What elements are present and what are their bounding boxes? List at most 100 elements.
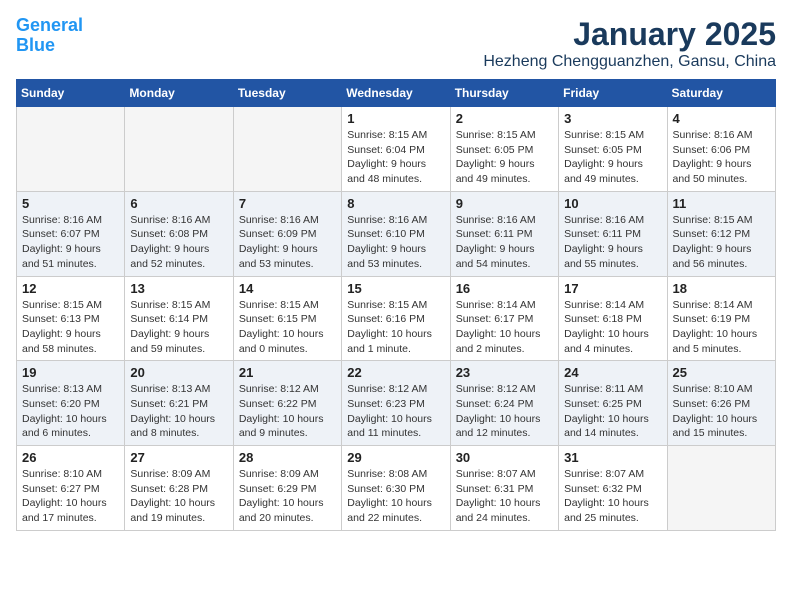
calendar-cell: 5 Sunrise: 8:16 AM Sunset: 6:07 PM Daylig…	[17, 191, 125, 276]
title-block: January 2025 Hezheng Chengguanzhen, Gans…	[483, 16, 776, 71]
calendar-cell: 14 Sunrise: 8:15 AM Sunset: 6:15 PM Dayli…	[233, 276, 341, 361]
day-number: 9	[456, 196, 553, 211]
day-info: Sunrise: 8:15 AM Sunset: 6:15 PM Dayligh…	[239, 298, 336, 357]
week-row-1: 1 Sunrise: 8:15 AM Sunset: 6:04 PM Daylig…	[17, 107, 776, 192]
day-info: Sunrise: 8:15 AM Sunset: 6:05 PM Dayligh…	[564, 128, 661, 187]
day-number: 7	[239, 196, 336, 211]
day-number: 20	[130, 365, 227, 380]
calendar-cell: 27 Sunrise: 8:09 AM Sunset: 6:28 PM Dayli…	[125, 446, 233, 531]
week-row-3: 12Sunrise: 8:15 AM Sunset: 6:13 PM Dayli…	[17, 276, 776, 361]
calendar-cell: 26Sunrise: 8:10 AM Sunset: 6:27 PM Dayli…	[17, 446, 125, 531]
day-info: Sunrise: 8:16 AM Sunset: 6:07 PM Dayligh…	[22, 213, 119, 272]
day-info: Sunrise: 8:15 AM Sunset: 6:05 PM Dayligh…	[456, 128, 553, 187]
day-info: Sunrise: 8:16 AM Sunset: 6:09 PM Dayligh…	[239, 213, 336, 272]
weekday-header-tuesday: Tuesday	[233, 80, 341, 107]
calendar-cell: 2Sunrise: 8:15 AM Sunset: 6:05 PM Daylig…	[450, 107, 558, 192]
calendar-cell: 3 Sunrise: 8:15 AM Sunset: 6:05 PM Daylig…	[559, 107, 667, 192]
calendar-cell: 28 Sunrise: 8:09 AM Sunset: 6:29 PM Dayli…	[233, 446, 341, 531]
calendar-cell: 8Sunrise: 8:16 AM Sunset: 6:10 PM Daylig…	[342, 191, 450, 276]
calendar-cell	[233, 107, 341, 192]
day-info: Sunrise: 8:15 AM Sunset: 6:16 PM Dayligh…	[347, 298, 444, 357]
day-info: Sunrise: 8:14 AM Sunset: 6:18 PM Dayligh…	[564, 298, 661, 357]
calendar-cell: 24 Sunrise: 8:11 AM Sunset: 6:25 PM Dayli…	[559, 361, 667, 446]
calendar-cell: 16 Sunrise: 8:14 AM Sunset: 6:17 PM Dayli…	[450, 276, 558, 361]
day-info: Sunrise: 8:15 AM Sunset: 6:14 PM Dayligh…	[130, 298, 227, 357]
day-number: 5	[22, 196, 119, 211]
calendar-cell: 19 Sunrise: 8:13 AM Sunset: 6:20 PM Dayli…	[17, 361, 125, 446]
day-info: Sunrise: 8:11 AM Sunset: 6:25 PM Dayligh…	[564, 382, 661, 441]
calendar-cell: 25 Sunrise: 8:10 AM Sunset: 6:26 PM Dayli…	[667, 361, 775, 446]
day-number: 29	[347, 450, 444, 465]
day-info: Sunrise: 8:15 AM Sunset: 6:13 PM Dayligh…	[22, 298, 119, 357]
week-row-4: 19 Sunrise: 8:13 AM Sunset: 6:20 PM Dayli…	[17, 361, 776, 446]
week-row-2: 5 Sunrise: 8:16 AM Sunset: 6:07 PM Daylig…	[17, 191, 776, 276]
day-number: 15	[347, 281, 444, 296]
day-number: 22	[347, 365, 444, 380]
weekday-header-thursday: Thursday	[450, 80, 558, 107]
logo-general: General	[16, 15, 83, 35]
calendar-cell: 1 Sunrise: 8:15 AM Sunset: 6:04 PM Daylig…	[342, 107, 450, 192]
day-number: 4	[673, 111, 770, 126]
calendar-cell: 31Sunrise: 8:07 AM Sunset: 6:32 PM Dayli…	[559, 446, 667, 531]
day-number: 13	[130, 281, 227, 296]
calendar-cell: 29Sunrise: 8:08 AM Sunset: 6:30 PM Dayli…	[342, 446, 450, 531]
logo-text: General Blue	[16, 16, 83, 56]
week-row-5: 26Sunrise: 8:10 AM Sunset: 6:27 PM Dayli…	[17, 446, 776, 531]
calendar-title: January 2025	[483, 16, 776, 53]
day-number: 16	[456, 281, 553, 296]
day-info: Sunrise: 8:09 AM Sunset: 6:28 PM Dayligh…	[130, 467, 227, 526]
day-number: 25	[673, 365, 770, 380]
day-info: Sunrise: 8:15 AM Sunset: 6:12 PM Dayligh…	[673, 213, 770, 272]
day-info: Sunrise: 8:12 AM Sunset: 6:24 PM Dayligh…	[456, 382, 553, 441]
calendar-cell: 21 Sunrise: 8:12 AM Sunset: 6:22 PM Dayli…	[233, 361, 341, 446]
day-info: Sunrise: 8:10 AM Sunset: 6:26 PM Dayligh…	[673, 382, 770, 441]
day-number: 24	[564, 365, 661, 380]
calendar-cell: 11 Sunrise: 8:15 AM Sunset: 6:12 PM Dayli…	[667, 191, 775, 276]
day-info: Sunrise: 8:10 AM Sunset: 6:27 PM Dayligh…	[22, 467, 119, 526]
day-number: 14	[239, 281, 336, 296]
day-info: Sunrise: 8:09 AM Sunset: 6:29 PM Dayligh…	[239, 467, 336, 526]
day-info: Sunrise: 8:14 AM Sunset: 6:19 PM Dayligh…	[673, 298, 770, 357]
day-number: 31	[564, 450, 661, 465]
day-number: 1	[347, 111, 444, 126]
day-info: Sunrise: 8:13 AM Sunset: 6:20 PM Dayligh…	[22, 382, 119, 441]
calendar-cell: 4 Sunrise: 8:16 AM Sunset: 6:06 PM Daylig…	[667, 107, 775, 192]
calendar-cell: 30Sunrise: 8:07 AM Sunset: 6:31 PM Dayli…	[450, 446, 558, 531]
day-number: 17	[564, 281, 661, 296]
day-number: 6	[130, 196, 227, 211]
day-info: Sunrise: 8:15 AM Sunset: 6:04 PM Dayligh…	[347, 128, 444, 187]
day-number: 19	[22, 365, 119, 380]
calendar-cell: 15 Sunrise: 8:15 AM Sunset: 6:16 PM Dayli…	[342, 276, 450, 361]
calendar-cell: 13 Sunrise: 8:15 AM Sunset: 6:14 PM Dayli…	[125, 276, 233, 361]
calendar-cell: 17 Sunrise: 8:14 AM Sunset: 6:18 PM Dayli…	[559, 276, 667, 361]
calendar-cell	[17, 107, 125, 192]
day-info: Sunrise: 8:07 AM Sunset: 6:31 PM Dayligh…	[456, 467, 553, 526]
day-info: Sunrise: 8:16 AM Sunset: 6:08 PM Dayligh…	[130, 213, 227, 272]
calendar-cell: 18 Sunrise: 8:14 AM Sunset: 6:19 PM Dayli…	[667, 276, 775, 361]
day-info: Sunrise: 8:16 AM Sunset: 6:10 PM Dayligh…	[347, 213, 444, 272]
weekday-header-monday: Monday	[125, 80, 233, 107]
calendar-cell: 10Sunrise: 8:16 AM Sunset: 6:11 PM Dayli…	[559, 191, 667, 276]
calendar-cell: 20 Sunrise: 8:13 AM Sunset: 6:21 PM Dayli…	[125, 361, 233, 446]
calendar-cell	[125, 107, 233, 192]
calendar-subtitle: Hezheng Chengguanzhen, Gansu, China	[483, 53, 776, 71]
calendar-cell: 6 Sunrise: 8:16 AM Sunset: 6:08 PM Daylig…	[125, 191, 233, 276]
day-info: Sunrise: 8:16 AM Sunset: 6:11 PM Dayligh…	[456, 213, 553, 272]
day-number: 27	[130, 450, 227, 465]
day-info: Sunrise: 8:13 AM Sunset: 6:21 PM Dayligh…	[130, 382, 227, 441]
day-info: Sunrise: 8:16 AM Sunset: 6:06 PM Dayligh…	[673, 128, 770, 187]
day-number: 18	[673, 281, 770, 296]
day-number: 3	[564, 111, 661, 126]
logo: General Blue	[16, 16, 83, 56]
day-number: 11	[673, 196, 770, 211]
weekday-header-saturday: Saturday	[667, 80, 775, 107]
page-header: General Blue January 2025 Hezheng Chengg…	[16, 16, 776, 71]
day-number: 10	[564, 196, 661, 211]
weekday-header-wednesday: Wednesday	[342, 80, 450, 107]
calendar-cell: 9 Sunrise: 8:16 AM Sunset: 6:11 PM Daylig…	[450, 191, 558, 276]
day-info: Sunrise: 8:14 AM Sunset: 6:17 PM Dayligh…	[456, 298, 553, 357]
day-info: Sunrise: 8:12 AM Sunset: 6:22 PM Dayligh…	[239, 382, 336, 441]
day-number: 28	[239, 450, 336, 465]
day-number: 21	[239, 365, 336, 380]
calendar-cell: 12Sunrise: 8:15 AM Sunset: 6:13 PM Dayli…	[17, 276, 125, 361]
